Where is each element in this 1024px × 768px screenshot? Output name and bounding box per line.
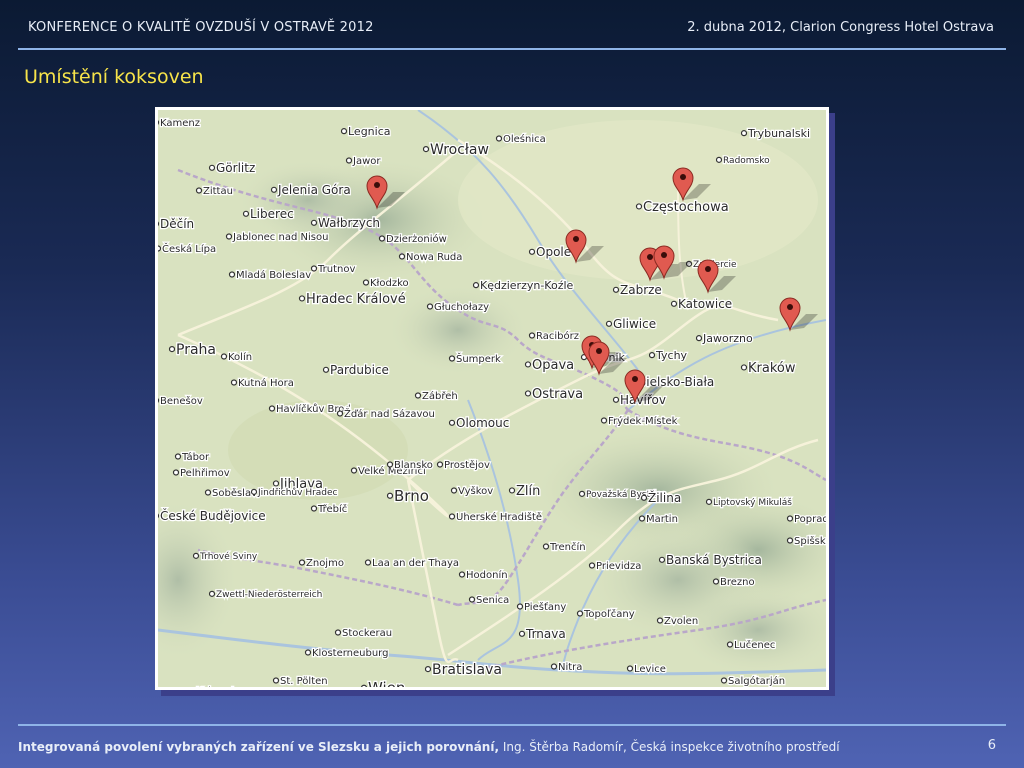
footer-rule (18, 724, 1006, 726)
map-marker-pin[interactable] (779, 297, 818, 332)
slide-title: Umístění koksoven (24, 66, 204, 88)
header-rule (18, 48, 1006, 50)
header-left: KONFERENCE O KVALITĚ OVZDUŠÍ V OSTRAVĚ 2… (28, 20, 374, 35)
map-marker-pin[interactable] (697, 259, 736, 294)
map-marker-pin[interactable] (366, 175, 405, 210)
footer-title: Integrovaná povolení vybraných zařízení … (18, 740, 500, 754)
footer-author: Ing. Štěrba Radomír, Česká inspekce živo… (499, 740, 840, 754)
map-frame: Legnica Wrocław Oleśnica Trybunalski Görlitz… (155, 107, 829, 690)
map-marker-pin[interactable] (624, 369, 663, 404)
page-number: 6 (987, 738, 996, 753)
map-marker-pin[interactable] (565, 229, 604, 264)
header-right: 2. dubna 2012, Clarion Congress Hotel Os… (687, 20, 994, 35)
footer-text: Integrovaná povolení vybraných zařízení … (18, 740, 840, 754)
map-marker-pin[interactable] (672, 167, 711, 202)
markers-layer (366, 167, 818, 404)
map: Legnica Wrocław Oleśnica Trybunalski Görlitz… (158, 110, 826, 687)
